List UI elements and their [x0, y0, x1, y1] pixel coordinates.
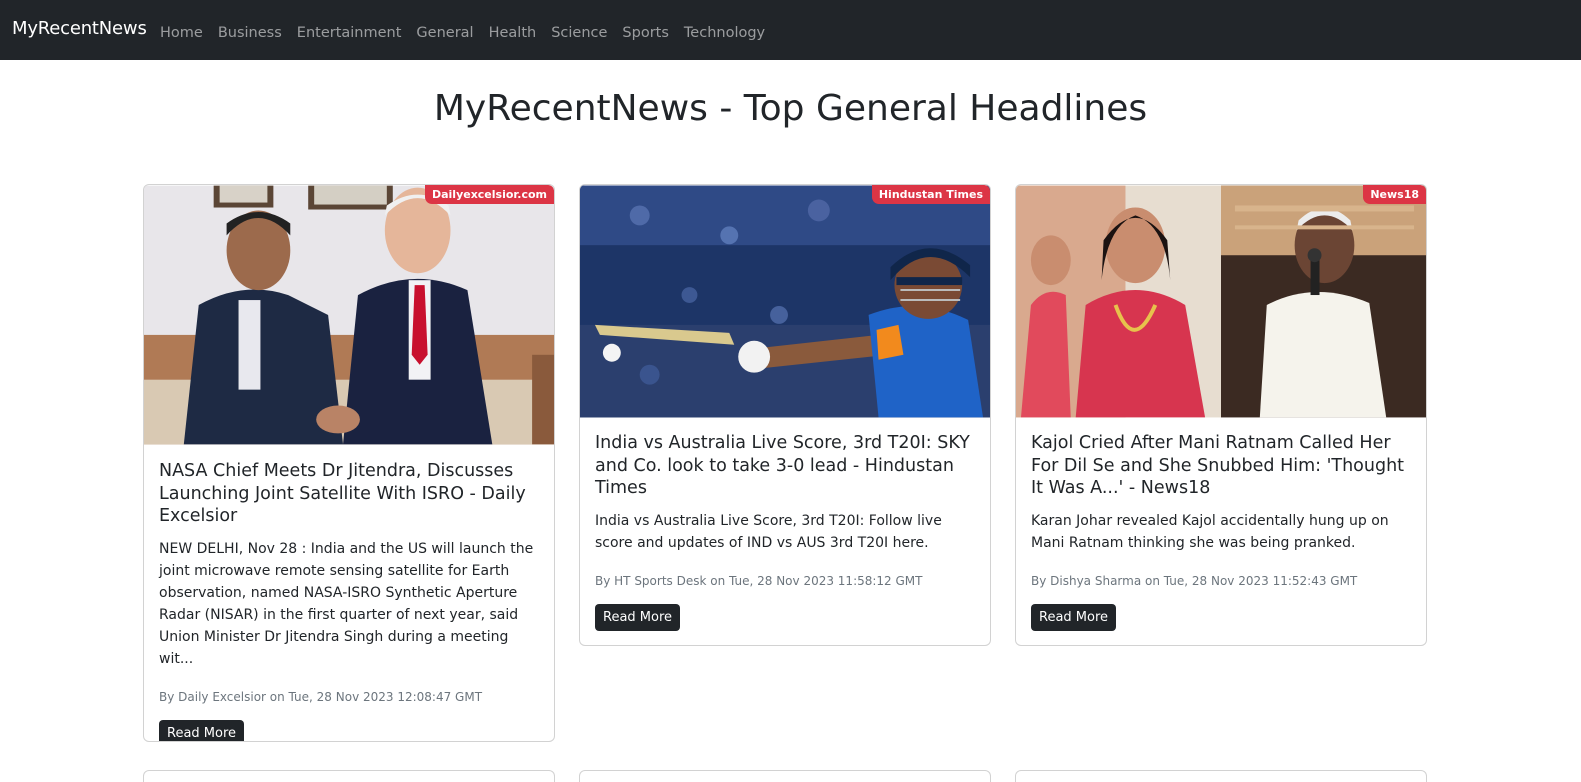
article-description: Karan Johar revealed Kajol accidentally … — [1031, 512, 1389, 551]
brand-link[interactable]: MyRecentNews — [12, 18, 147, 39]
card-body: India vs Australia Live Score, 3rd T20I:… — [595, 432, 975, 631]
article-image-nasa — [144, 185, 554, 445]
source-badge: News18 — [1363, 185, 1426, 204]
article-meta: By Daily Excelsior on Tue, 28 Nov 2023 1… — [159, 689, 483, 704]
news-card: News18 Kajol Cried After Mani Ratnam Cal… — [1015, 184, 1427, 646]
nav-link-business[interactable]: Business — [218, 25, 282, 41]
article-title: NASA Chief Meets Dr Jitendra, Discusses … — [159, 461, 526, 526]
nav-links: Home Business Entertainment General Heal… — [160, 25, 780, 41]
read-more-button[interactable]: Read More — [1031, 603, 1117, 631]
article-title: India vs Australia Live Score, 3rd T20I:… — [595, 433, 970, 498]
article-description: India vs Australia Live Score, 3rd T20I:… — [595, 512, 942, 551]
navbar: MyRecentNews Home Business Entertainment… — [0, 0, 1581, 60]
card-body: Kajol Cried After Mani Ratnam Called Her… — [1031, 432, 1411, 631]
article-meta: By Dishya Sharma on Tue, 28 Nov 2023 11:… — [1031, 573, 1358, 588]
read-more-button[interactable]: Read More — [595, 603, 681, 631]
article-meta: By HT Sports Desk on Tue, 28 Nov 2023 11… — [595, 573, 923, 588]
news-card-next-row — [143, 770, 555, 782]
article-image-kajol — [1016, 185, 1426, 418]
article-description: NEW DELHI, Nov 28 : India and the US wil… — [159, 540, 534, 667]
nav-link-health[interactable]: Health — [489, 25, 537, 41]
source-badge: Hindustan Times — [871, 185, 990, 204]
nav-link-science[interactable]: Science — [551, 25, 607, 41]
nav-link-home[interactable]: Home — [160, 25, 203, 41]
nav-link-general[interactable]: General — [416, 25, 473, 41]
page-title: MyRecentNews - Top General Headlines — [433, 88, 1148, 129]
news-card: Dailyexcelsior.com NASA Chief Meets Dr J… — [143, 184, 555, 742]
news-card-next-row — [579, 770, 991, 782]
read-more-button[interactable]: Read More — [159, 719, 245, 741]
news-card: Hindustan Times India vs Australia Live … — [579, 184, 991, 646]
news-card-next-row — [1015, 770, 1427, 782]
article-image-cricket — [580, 185, 990, 418]
nav-link-sports[interactable]: Sports — [622, 25, 668, 41]
nav-link-technology[interactable]: Technology — [684, 25, 765, 41]
nav-link-entertainment[interactable]: Entertainment — [297, 25, 402, 41]
card-body: NASA Chief Meets Dr Jitendra, Discusses … — [159, 460, 539, 741]
article-title: Kajol Cried After Mani Ratnam Called Her… — [1031, 433, 1405, 498]
source-badge: Dailyexcelsior.com — [424, 185, 554, 204]
